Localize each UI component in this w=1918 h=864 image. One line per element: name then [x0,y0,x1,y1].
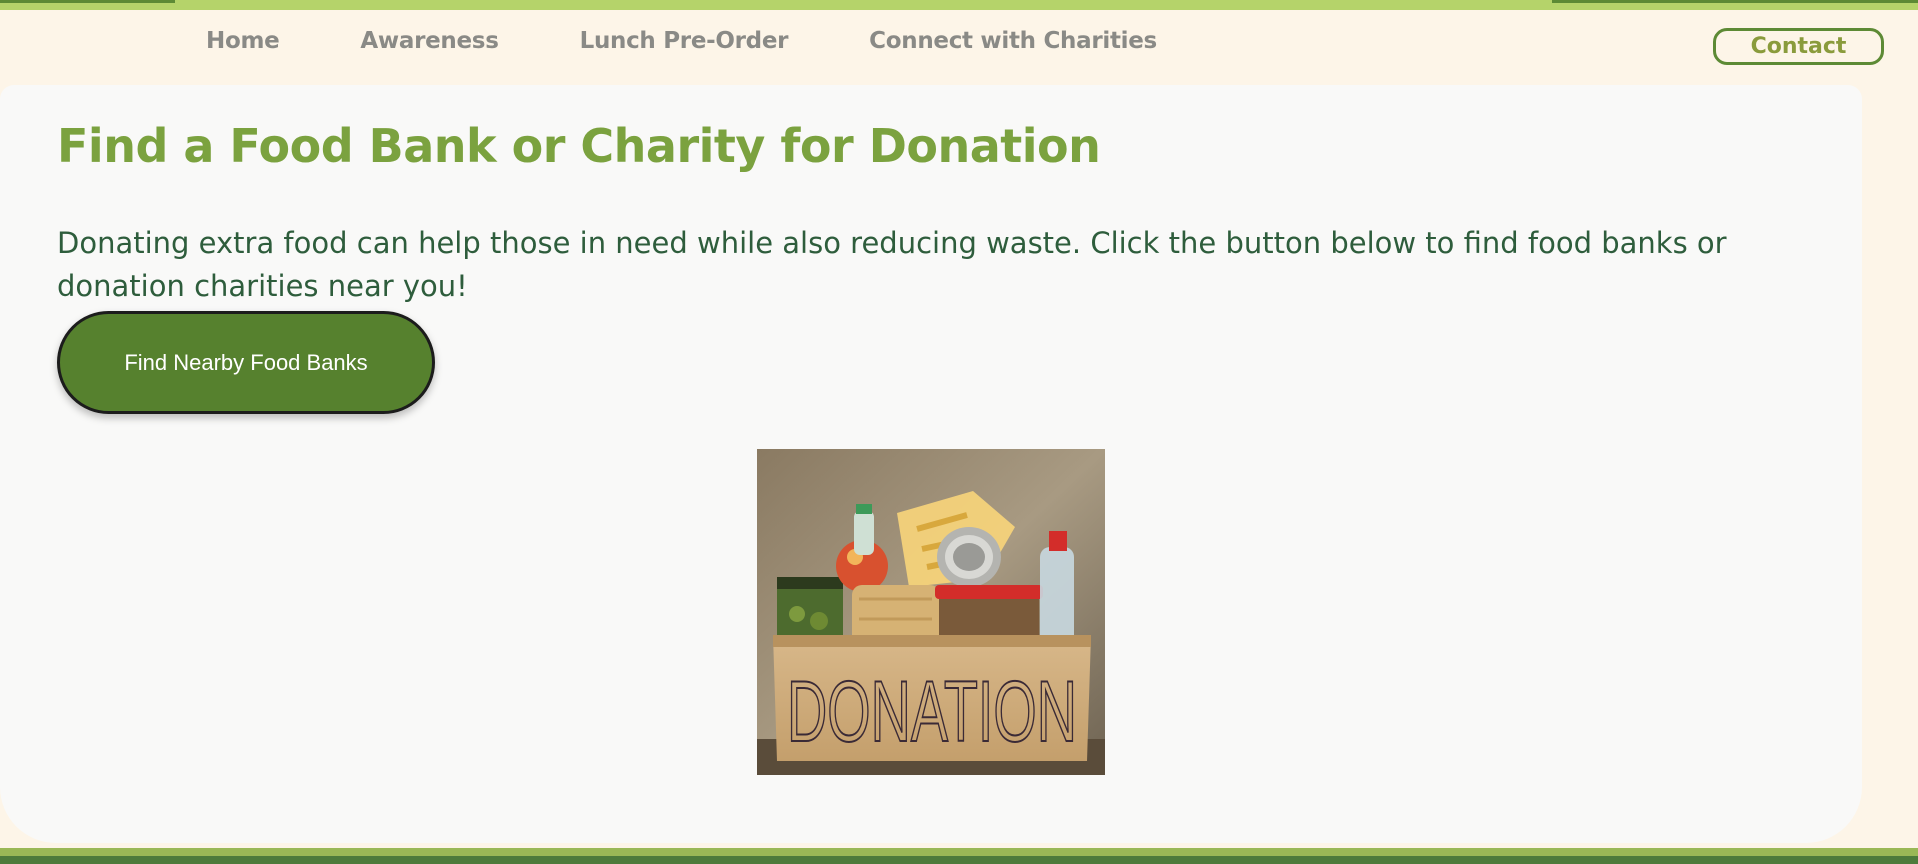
page-title: Find a Food Bank or Charity for Donation [57,119,1101,173]
nav-home-link[interactable]: Home [206,28,280,54]
nav-connect-charities-link[interactable]: Connect with Charities [869,28,1157,54]
nav-lunch-preorder-link[interactable]: Lunch Pre-Order [580,28,789,54]
intro-text: Donating extra food can help those in ne… [57,226,1727,303]
donation-box-image: DONATION [757,449,1105,775]
bottom-accent-bar [0,848,1918,856]
main-card: Find a Food Bank or Charity for Donation… [0,85,1862,843]
nav-links: Home Awareness Lunch Pre-Order Connect w… [206,28,1238,54]
find-food-banks-button[interactable]: Find Nearby Food Banks [57,311,435,414]
contact-button[interactable]: Contact [1713,28,1884,65]
navbar: Home Awareness Lunch Pre-Order Connect w… [0,10,1918,86]
bottom-dark-bar [0,856,1918,864]
box-label: DONATION [787,664,1077,760]
nav-awareness-link[interactable]: Awareness [360,28,498,54]
top-accent-bar [0,0,1918,10]
